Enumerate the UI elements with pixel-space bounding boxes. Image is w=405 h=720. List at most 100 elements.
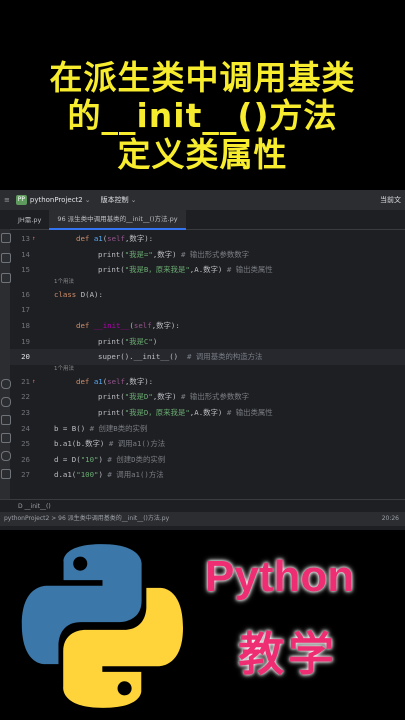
code-text[interactable]: class D(A): <box>54 287 103 303</box>
headline-line-2: 的__init__()方法 <box>67 96 338 135</box>
code-token: ,数字) <box>152 249 177 259</box>
code-text[interactable]: print("我是B，原来我是",A.数字) # 输出类属性 <box>98 262 273 278</box>
usage-hint-text[interactable]: 1个用法 <box>54 278 74 287</box>
tool-window-strip <box>0 229 11 499</box>
override-marker-icon[interactable]: ↑ <box>32 231 36 247</box>
usage-hint-text[interactable]: 1个用法 <box>54 365 74 374</box>
usage-hint: 1个用法 <box>10 278 405 287</box>
code-token: d = D( <box>54 454 81 464</box>
code-line: 16 class D(A): <box>10 287 405 303</box>
line-number[interactable]: 20 <box>10 349 30 365</box>
code-text[interactable]: d.a1("100") # 调用a1()方法 <box>54 467 164 483</box>
code-token: "100" <box>76 470 99 480</box>
code-line: 15 print("我是B，原来我是",A.数字) # 输出类属性 <box>10 262 405 278</box>
code-token: ,数字): <box>124 376 154 386</box>
code-editor[interactable]: 13 ↑ def a1(self,数字): 14 print("我是=",数字) # 输… <box>10 231 405 499</box>
code-line: 17 <box>10 302 405 318</box>
code-token: def <box>76 234 94 243</box>
code-line: 19 print("我是C") <box>10 334 405 350</box>
code-token: b.a1(b.数字) <box>54 439 105 449</box>
line-number[interactable]: 14 <box>10 247 30 263</box>
chevron-down-icon[interactable]: ⌄ <box>85 196 91 204</box>
usage-hint: 1个用法 <box>10 365 405 374</box>
line-number[interactable]: 27 <box>10 467 30 483</box>
line-number[interactable]: 17 <box>10 302 30 318</box>
code-text[interactable]: print("我是C") <box>98 334 157 350</box>
override-marker-icon[interactable]: ↑ <box>32 374 36 390</box>
code-token: print( <box>98 392 125 402</box>
code-token: # 输出形式参数数字 <box>176 392 250 402</box>
code-text[interactable]: def a1(self,数字): <box>76 231 153 247</box>
line-number[interactable]: 25 <box>10 436 30 452</box>
code-line: 18 def __init__(self,数字): <box>10 318 405 334</box>
tab-current-file[interactable]: 96 派生类中调用基类的__init__()方法.py <box>49 210 186 230</box>
code-token: ,A.数字) <box>189 265 223 275</box>
code-token: "我是D" <box>124 392 153 402</box>
code-text[interactable]: def a1(self,数字): <box>76 374 153 390</box>
code-token: super().__init__( <box>98 352 174 362</box>
code-token: print( <box>98 336 125 346</box>
code-token: D(A): <box>80 289 103 299</box>
headline-line-1: 在派生类中调用基类 <box>49 58 356 97</box>
code-text[interactable]: print("我是D，原来我是",A.数字) # 输出类属性 <box>98 405 273 421</box>
breadcrumb[interactable]: D __init__() <box>0 499 405 512</box>
tab-jh[interactable]: JH需.py <box>10 211 49 229</box>
code-text[interactable]: print("我是D",数字) # 输出形式参数数字 <box>98 389 249 405</box>
code-line: 20 super().__init__() # 调用基类的构造方法 <box>10 349 405 365</box>
code-text[interactable]: d = D("10") # 创建D类的实例 <box>54 452 165 468</box>
code-token: # 输出类属性 <box>222 265 273 275</box>
code-token: # 调用a1()方法 <box>102 470 164 480</box>
code-token: def <box>76 320 94 330</box>
line-number[interactable]: 13 <box>10 231 30 247</box>
run-config-label[interactable]: 当前文 <box>380 195 401 205</box>
code-text[interactable]: print("我是=",数字) # 输出形式参数数字 <box>98 247 249 263</box>
line-number[interactable]: 24 <box>10 421 30 437</box>
code-token: a1 <box>93 376 103 386</box>
code-token: # 调用a1()方法 <box>104 439 166 449</box>
code-token: "我是B，原来我是" <box>124 265 190 275</box>
code-line: 25 b.a1(b.数字) # 调用a1()方法 <box>10 436 405 452</box>
code-token: print( <box>98 249 125 259</box>
code-text[interactable]: b.a1(b.数字) # 调用a1()方法 <box>54 436 165 452</box>
code-token: ) <box>152 336 158 346</box>
line-number[interactable]: 21 <box>10 374 30 390</box>
code-token: print( <box>98 407 125 417</box>
code-token: ,数字): <box>124 234 154 243</box>
code-token: # 输出类属性 <box>222 407 273 417</box>
line-number[interactable]: 19 <box>10 334 30 350</box>
status-path[interactable]: pythonProject2 > 96 派生类中调用基类的__init__()方… <box>4 515 169 522</box>
code-line: 26 d = D("10") # 创建D类的实例 <box>10 452 405 468</box>
line-number[interactable]: 23 <box>10 405 30 421</box>
code-token: b = B() <box>54 423 86 433</box>
code-token: ,A.数字) <box>189 407 223 417</box>
code-line: 14 print("我是=",数字) # 输出形式参数数字 <box>10 247 405 263</box>
code-line: 22 print("我是D",数字) # 输出形式参数数字 <box>10 389 405 405</box>
code-token: ,数字): <box>151 320 180 330</box>
code-token: # 输出形式参数数字 <box>176 249 250 259</box>
code-token: # 创建B类的实例 <box>85 423 148 433</box>
caret-position[interactable]: 20:26 <box>382 512 399 526</box>
code-token: "我是=" <box>124 249 153 259</box>
code-line: 21 ↑ def a1(self,数字): <box>10 374 405 390</box>
menu-icon[interactable]: ≡ <box>4 196 10 204</box>
code-token: self <box>107 376 125 386</box>
code-token: ,数字) <box>152 392 177 402</box>
line-number[interactable]: 26 <box>10 452 30 468</box>
chevron-down-icon[interactable]: ⌄ <box>131 196 137 204</box>
code-token: class <box>54 289 81 299</box>
code-token: a1 <box>93 234 103 243</box>
python-logo-icon <box>21 544 183 708</box>
project-name[interactable]: pythonProject2 <box>30 196 83 204</box>
editor-tabs: JH需.py 96 派生类中调用基类的__init__()方法.py <box>0 210 405 230</box>
code-text[interactable]: b = B() # 创建B类的实例 <box>54 421 147 437</box>
status-bar: pythonProject2 > 96 派生类中调用基类的__init__()方… <box>0 512 405 526</box>
line-number[interactable]: 16 <box>10 287 30 303</box>
line-number[interactable]: 22 <box>10 389 30 405</box>
code-text[interactable]: super().__init__() # 调用基类的构造方法 <box>98 349 262 365</box>
line-number[interactable]: 18 <box>10 318 30 334</box>
headline-line-3: 定义类属性 <box>117 135 288 174</box>
vcs-menu[interactable]: 版本控制 <box>101 195 129 205</box>
code-line: 23 print("我是D，原来我是",A.数字) # 输出类属性 <box>10 405 405 421</box>
line-number[interactable]: 15 <box>10 262 30 278</box>
code-text[interactable]: def __init__(self,数字): <box>76 318 180 334</box>
